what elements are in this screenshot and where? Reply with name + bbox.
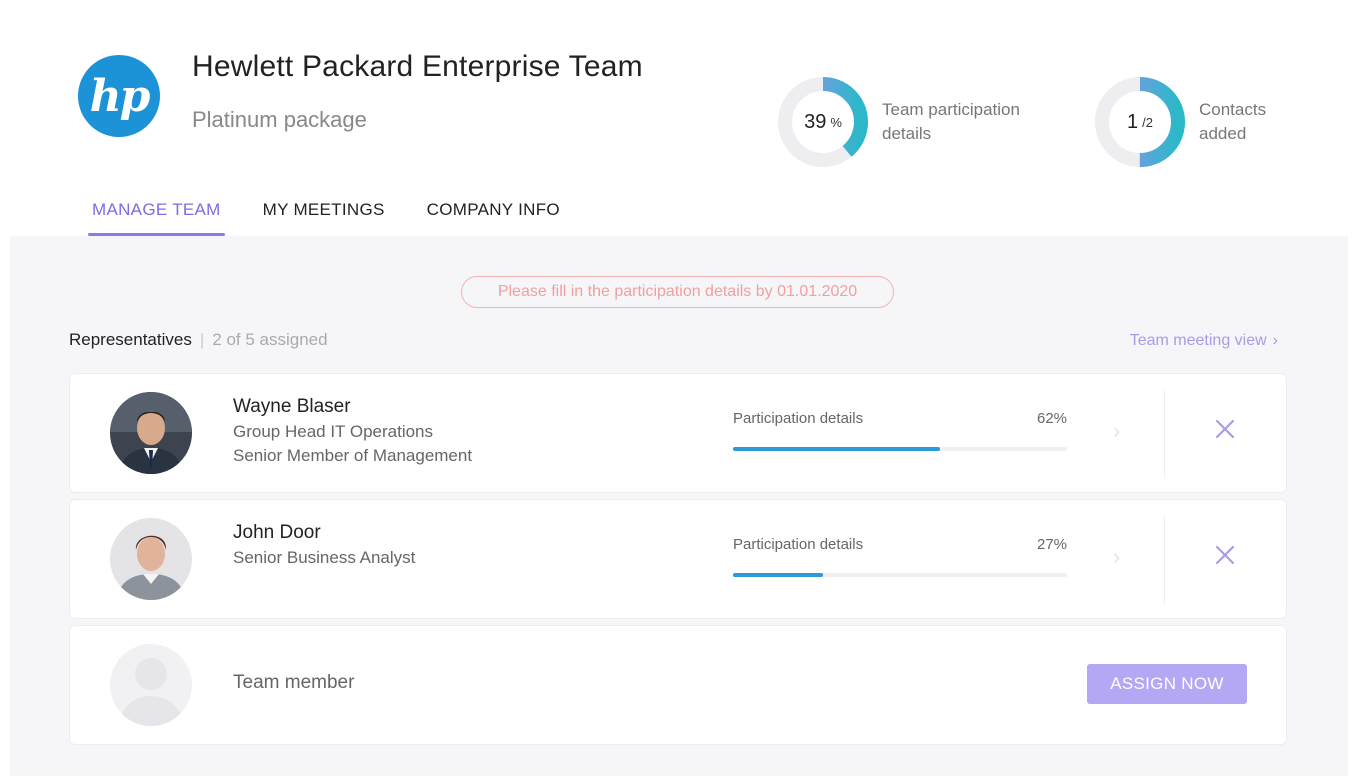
heading-separator: | <box>199 330 205 349</box>
person-photo <box>110 518 192 600</box>
page-title: Hewlett Packard Enterprise Team <box>192 50 643 83</box>
package-subtitle: Platinum package <box>192 107 367 132</box>
user-placeholder-icon <box>110 644 192 726</box>
team-meeting-view-label: Team meeting view <box>1129 332 1267 349</box>
person-role: Senior Business Analyst <box>233 548 416 567</box>
tab-my-meetings[interactable]: MY MEETINGS <box>259 186 389 236</box>
tab-bar: MANAGE TEAM MY MEETINGS COMPANY INFO <box>88 186 598 236</box>
tab-company-info[interactable]: COMPANY INFO <box>423 186 564 236</box>
contacts-value: 1/2 <box>1093 75 1187 169</box>
representatives-heading: Representatives | 2 of 5 assigned <box>69 330 328 350</box>
close-icon[interactable] <box>1214 544 1236 566</box>
assigned-count: 2 of 5 assigned <box>212 330 328 349</box>
contacts-unit: /2 <box>1142 114 1153 130</box>
participation-label[interactable]: Team participation details <box>882 98 1020 146</box>
representatives-title: Representatives <box>69 330 192 349</box>
participation-label-line1: Team participation <box>882 100 1020 119</box>
chevron-right-icon: › <box>1272 332 1278 349</box>
divider <box>1164 390 1165 478</box>
contacts-label-line1: Contacts <box>1199 100 1267 119</box>
person-name: Wayne Blaser <box>233 396 351 417</box>
contacts-ring: 1/2 <box>1093 75 1187 169</box>
assign-now-button[interactable]: ASSIGN NOW <box>1087 664 1247 704</box>
person-role: Group Head IT Operations <box>233 422 434 441</box>
participation-label-line2: details <box>882 124 932 143</box>
avatar-placeholder <box>110 644 192 726</box>
representative-row[interactable]: Wayne Blaser Group Head IT Operations Se… <box>69 373 1287 493</box>
participation-unit: % <box>830 114 842 130</box>
participation-label: Participation details <box>733 536 864 553</box>
participation-number: 39 <box>804 110 827 133</box>
participation-ring: 39% <box>776 75 870 169</box>
content-panel: Please fill in the participation details… <box>10 236 1348 776</box>
divider <box>1164 516 1165 604</box>
person-name: John Door <box>233 522 321 543</box>
representative-row[interactable]: John Door Senior Business Analyst Partic… <box>69 499 1287 619</box>
logo-text: hp <box>89 70 151 122</box>
company-logo: hp <box>78 55 160 137</box>
avatar <box>110 518 192 600</box>
participation-progress-bar <box>733 573 1067 577</box>
empty-team-slot: Team member ASSIGN NOW <box>69 625 1287 745</box>
person-info: Wayne Blaser Group Head IT Operations Se… <box>233 396 472 466</box>
participation-percent: 27% <box>1037 536 1068 553</box>
contacts-number: 1 <box>1127 110 1139 133</box>
page: hp Hewlett Packard Enterprise Team Plati… <box>0 0 1364 782</box>
person-role-secondary: Senior Member of Management <box>233 446 473 465</box>
person-photo <box>110 392 192 474</box>
tab-manage-team[interactable]: MANAGE TEAM <box>88 186 225 236</box>
progress-fill <box>733 573 824 577</box>
progress-fill <box>733 447 941 451</box>
deadline-notice: Please fill in the participation details… <box>461 276 894 308</box>
contacts-label[interactable]: Contacts added <box>1199 98 1266 146</box>
contacts-added-stat: 1/2 Contacts added <box>1093 75 1266 169</box>
team-participation-stat: 39% Team participation details <box>776 75 1020 169</box>
team-meeting-view-link[interactable]: Team meeting view › <box>1130 332 1278 350</box>
team-member-label: Team member <box>233 672 355 693</box>
participation-label: Participation details <box>733 410 864 427</box>
contacts-label-line2: added <box>1199 124 1247 143</box>
close-icon[interactable] <box>1214 418 1236 440</box>
participation-progress-bar <box>733 447 1067 451</box>
chevron-right-icon[interactable]: › <box>1113 418 1120 444</box>
header-panel: hp Hewlett Packard Enterprise Team Plati… <box>10 0 1348 236</box>
person-info: John Door Senior Business Analyst <box>233 522 415 568</box>
avatar <box>110 392 192 474</box>
chevron-right-icon[interactable]: › <box>1113 544 1120 570</box>
participation-percent: 62% <box>1037 410 1068 427</box>
participation-value: 39% <box>776 75 870 169</box>
